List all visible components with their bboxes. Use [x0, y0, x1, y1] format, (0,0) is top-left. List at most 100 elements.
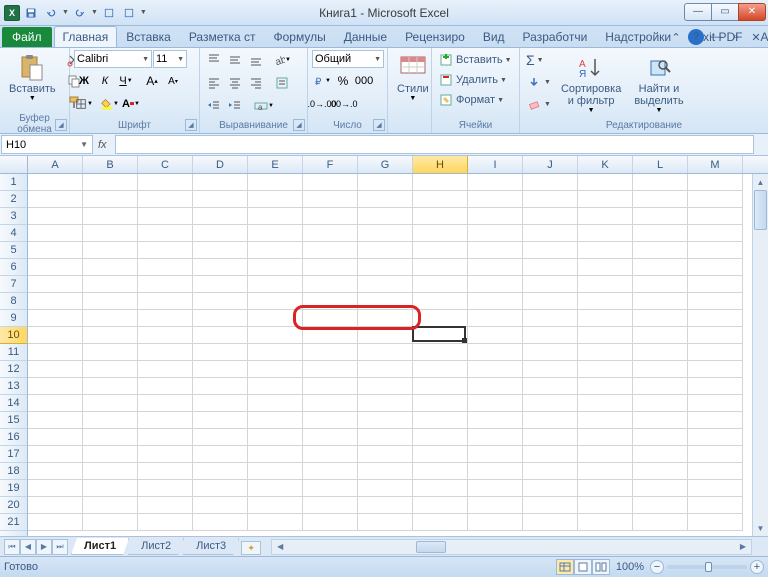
cell[interactable]	[523, 361, 578, 378]
align-right-icon[interactable]	[246, 73, 266, 93]
cell[interactable]	[578, 344, 633, 361]
cell[interactable]	[248, 293, 303, 310]
cell[interactable]	[578, 463, 633, 480]
cell[interactable]	[248, 208, 303, 225]
cell[interactable]	[688, 276, 743, 293]
insert-cells-button[interactable]: Вставить▼	[436, 50, 515, 70]
decrease-decimal-icon[interactable]: .00→.0	[333, 94, 353, 114]
cell[interactable]	[28, 293, 83, 310]
cell[interactable]	[193, 293, 248, 310]
tab-layout[interactable]: Разметка ст	[180, 26, 265, 47]
cell[interactable]	[193, 429, 248, 446]
row-header[interactable]: 12	[0, 361, 27, 378]
fill-button[interactable]: ▼	[524, 72, 553, 92]
cell[interactable]	[413, 446, 468, 463]
zoom-in-button[interactable]: +	[750, 560, 764, 574]
cell[interactable]	[688, 497, 743, 514]
cell[interactable]	[28, 480, 83, 497]
cell[interactable]	[303, 327, 358, 344]
cell[interactable]	[413, 276, 468, 293]
align-bottom-icon[interactable]	[246, 50, 266, 70]
cell[interactable]	[83, 225, 138, 242]
cell[interactable]	[193, 259, 248, 276]
cell[interactable]	[138, 225, 193, 242]
scroll-right-icon[interactable]: ▶	[735, 540, 751, 554]
cell[interactable]	[138, 259, 193, 276]
cell[interactable]	[193, 310, 248, 327]
horizontal-scrollbar[interactable]: ◀ ▶	[271, 539, 752, 555]
undo-icon[interactable]	[42, 4, 60, 22]
column-header[interactable]: C	[138, 156, 193, 173]
cell[interactable]	[138, 480, 193, 497]
row-header[interactable]: 10	[0, 327, 27, 344]
cell[interactable]	[413, 497, 468, 514]
cell[interactable]	[28, 395, 83, 412]
cell[interactable]	[303, 276, 358, 293]
column-header[interactable]: I	[468, 156, 523, 173]
grow-font-icon[interactable]: A▴	[142, 71, 162, 91]
cell[interactable]	[358, 191, 413, 208]
cell[interactable]	[303, 208, 358, 225]
cell[interactable]	[83, 276, 138, 293]
cell[interactable]	[358, 242, 413, 259]
cell[interactable]	[303, 395, 358, 412]
cell[interactable]	[523, 310, 578, 327]
cell[interactable]	[688, 463, 743, 480]
cell[interactable]	[578, 395, 633, 412]
cell[interactable]	[413, 412, 468, 429]
cell[interactable]	[688, 191, 743, 208]
row-header[interactable]: 8	[0, 293, 27, 310]
borders-icon[interactable]: ▼	[74, 94, 94, 114]
cell[interactable]	[358, 497, 413, 514]
align-top-icon[interactable]	[204, 50, 224, 70]
italic-icon[interactable]: К	[95, 71, 115, 91]
cell[interactable]	[138, 174, 193, 191]
cell[interactable]	[248, 259, 303, 276]
cell[interactable]	[413, 344, 468, 361]
cell[interactable]	[138, 242, 193, 259]
currency-icon[interactable]: ₽▼	[312, 71, 332, 91]
cell[interactable]	[358, 514, 413, 531]
cell[interactable]	[633, 480, 688, 497]
mdi-minimize-icon[interactable]: —	[708, 29, 724, 45]
cell[interactable]	[248, 242, 303, 259]
cell[interactable]	[413, 174, 468, 191]
cell[interactable]	[688, 378, 743, 395]
cell[interactable]	[523, 259, 578, 276]
tab-data[interactable]: Данные	[335, 26, 396, 47]
cell[interactable]	[523, 174, 578, 191]
row-header[interactable]: 15	[0, 412, 27, 429]
cell[interactable]	[633, 463, 688, 480]
comma-icon[interactable]: 000	[354, 71, 374, 91]
cell[interactable]	[138, 208, 193, 225]
cell[interactable]	[413, 429, 468, 446]
cell[interactable]	[358, 395, 413, 412]
cell[interactable]	[193, 191, 248, 208]
cell[interactable]	[578, 191, 633, 208]
cell[interactable]	[578, 412, 633, 429]
cell[interactable]	[28, 361, 83, 378]
cell[interactable]	[358, 174, 413, 191]
cell[interactable]	[248, 514, 303, 531]
cell[interactable]	[633, 225, 688, 242]
cell[interactable]	[193, 463, 248, 480]
clipboard-launcher[interactable]: ◢	[55, 119, 67, 131]
cell[interactable]	[688, 480, 743, 497]
cell[interactable]	[193, 208, 248, 225]
cell[interactable]	[303, 446, 358, 463]
cell[interactable]	[303, 310, 358, 327]
cell[interactable]	[83, 361, 138, 378]
bold-icon[interactable]: Ж	[74, 71, 94, 91]
cell[interactable]	[523, 480, 578, 497]
cell[interactable]	[468, 446, 523, 463]
cell[interactable]	[633, 446, 688, 463]
cell[interactable]	[28, 412, 83, 429]
cell[interactable]	[138, 497, 193, 514]
cell[interactable]	[688, 446, 743, 463]
cell[interactable]	[468, 378, 523, 395]
cell[interactable]	[523, 327, 578, 344]
cell[interactable]	[688, 361, 743, 378]
cell[interactable]	[413, 225, 468, 242]
cell[interactable]	[578, 514, 633, 531]
cell[interactable]	[633, 242, 688, 259]
